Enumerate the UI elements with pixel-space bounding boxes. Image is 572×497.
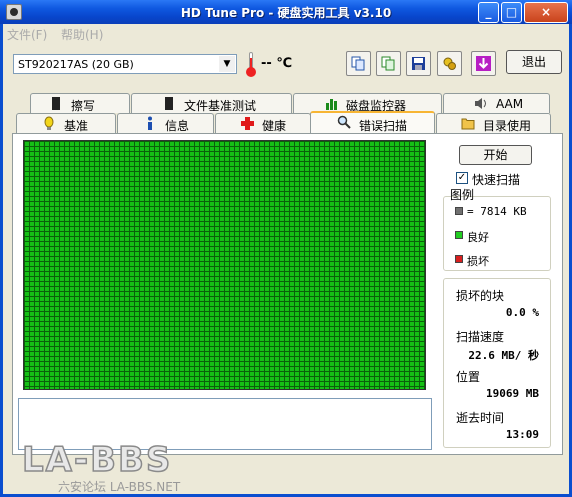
checkbox-checked-icon[interactable]: ✓ [456, 172, 468, 184]
info-icon [148, 116, 152, 130]
damaged-blocks-label: 损坏的块 [456, 289, 505, 303]
disk-monitor-icon [326, 99, 337, 110]
settings-icon [443, 57, 456, 70]
drive-select-value: ST920217AS (20 GB) [18, 58, 134, 71]
watermark-logo: LA-BBS [21, 439, 173, 481]
chevron-down-icon[interactable]: ▼ [219, 56, 235, 72]
start-button[interactable]: 开始 [459, 145, 532, 165]
elapsed-time-label: 逝去时间 [456, 411, 505, 425]
green-swatch-icon [455, 231, 463, 239]
red-swatch-icon [455, 255, 463, 263]
copy-button[interactable] [346, 51, 371, 76]
legend-title: 图例 [450, 188, 475, 202]
menu-help[interactable]: 帮助(H) [61, 26, 103, 43]
drive-select[interactable]: ST920217AS (20 GB) ▼ [13, 54, 237, 74]
position-label: 位置 [456, 370, 481, 384]
temperature-readout: -- ℃ [261, 56, 293, 71]
maximize-button[interactable]: □ [501, 2, 522, 23]
menu-bar: 文件(F) 帮助(H) [3, 24, 569, 42]
tab-error-scan[interactable]: 错误扫描 [310, 111, 435, 133]
position-value: 19069 MB [486, 387, 539, 400]
gray-swatch-icon [455, 207, 463, 215]
benchmark-icon [44, 116, 54, 130]
search-icon [337, 115, 351, 129]
scan-speed-value: 22.6 MB/ 秒 [468, 349, 539, 362]
tab-erase[interactable]: 擦写 [30, 93, 130, 113]
copy-info-button[interactable] [376, 51, 401, 76]
elapsed-time-value: 13:09 [505, 428, 539, 441]
tab-disk-monitor[interactable]: 磁盘监控器 [293, 93, 442, 113]
close-button[interactable]: × [524, 2, 568, 23]
title-bar[interactable]: HD Tune Pro - 硬盘实用工具 v3.10 _ □ × [0, 0, 572, 24]
health-icon [241, 117, 254, 130]
folder-icon [461, 118, 475, 130]
download-icon [476, 56, 491, 71]
quick-scan-label: 快速扫描 [472, 173, 521, 187]
file-benchmark-icon [165, 97, 173, 110]
save-icon [412, 57, 425, 70]
damaged-blocks-value: 0.0 % [505, 306, 539, 319]
tab-info[interactable]: 信息 [117, 113, 214, 133]
tab-benchmark[interactable]: 基准 [16, 113, 116, 133]
minimize-button[interactable]: _ [478, 2, 499, 23]
save-button[interactable] [406, 51, 431, 76]
erase-icon [52, 97, 60, 110]
tab-aam[interactable]: AAM [443, 93, 550, 113]
tab-health[interactable]: 健康 [215, 113, 311, 133]
scan-block-grid [23, 140, 426, 390]
scan-speed-label: 扫描速度 [456, 330, 505, 344]
download-button[interactable] [471, 51, 496, 76]
menu-file[interactable]: 文件(F) [7, 26, 47, 43]
watermark-subtitle: 六安论坛 LA-BBS.NET [58, 480, 181, 494]
copy-icon [351, 56, 365, 71]
tab-folder-usage[interactable]: 目录使用 [436, 113, 551, 133]
speaker-icon [475, 98, 486, 109]
copy-info-icon [381, 56, 395, 71]
exit-button[interactable]: 退出 [506, 50, 562, 74]
settings-button[interactable] [437, 51, 462, 76]
thermometer-icon [246, 52, 256, 77]
tab-file-benchmark[interactable]: 文件基准测试 [131, 93, 292, 113]
